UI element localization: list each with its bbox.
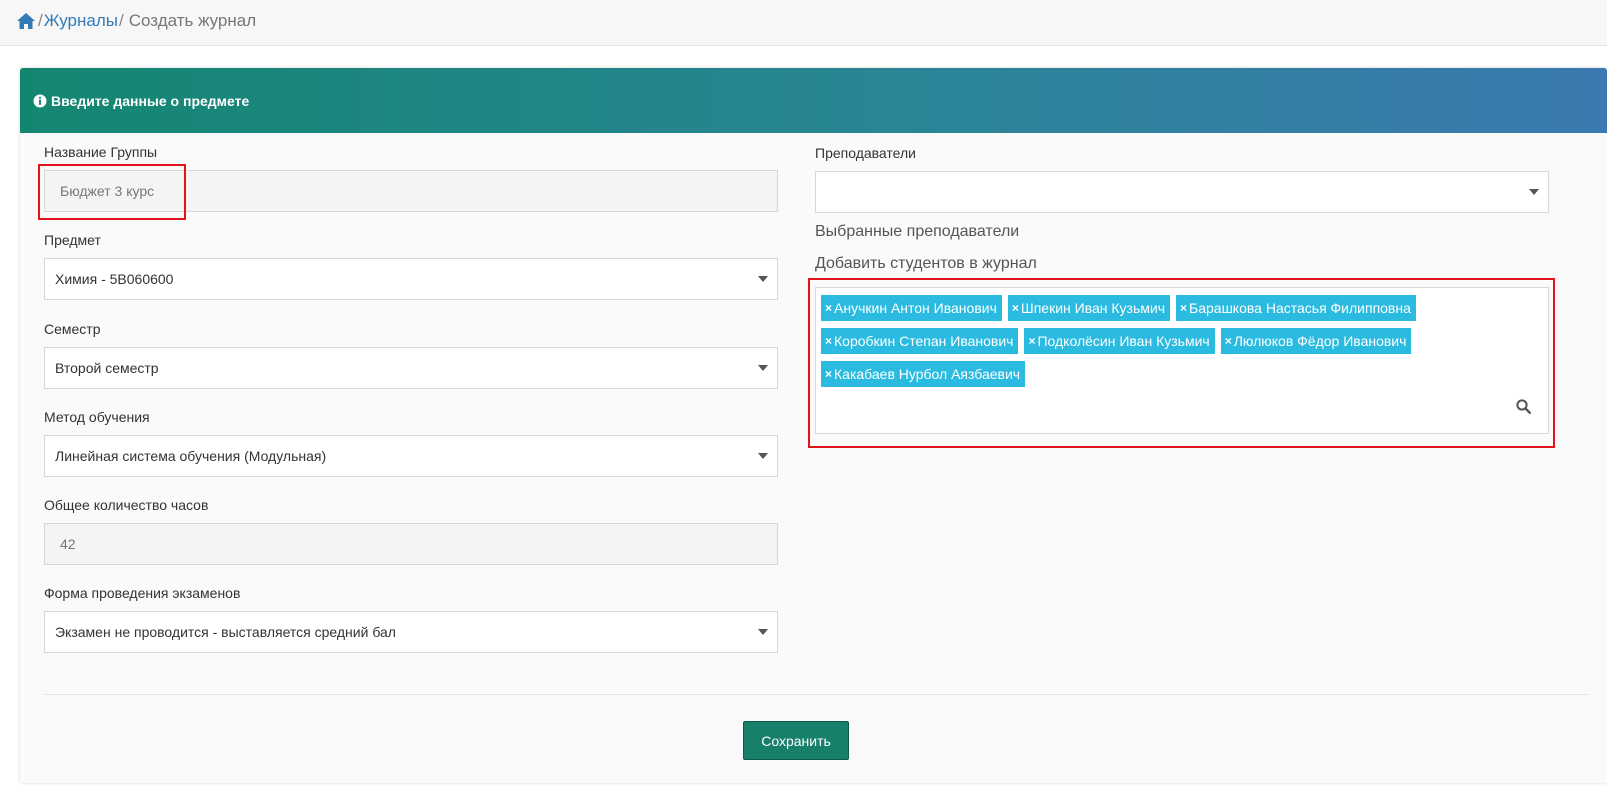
- group-name-label: Название Группы: [44, 144, 158, 160]
- student-tag: × Шпекин Иван Кузьмич: [1007, 295, 1171, 321]
- student-tag: × Подколёсин Иван Кузьмич: [1024, 328, 1215, 354]
- student-tag-label: Шпекин Иван Кузьмич: [1020, 300, 1166, 316]
- exam-form-label: Форма проведения экзаменов: [44, 585, 241, 601]
- student-tag-label: Подколёсин Иван Кузьмич: [1037, 333, 1210, 349]
- chevron-down-icon: [758, 629, 768, 635]
- student-tags: × Анучкин Антон Иванович × Шпекин Иван Куз…: [821, 295, 1521, 387]
- remove-tag-icon[interactable]: ×: [1028, 334, 1035, 348]
- method-select[interactable]: Линейная система обучения (Модульная): [44, 435, 778, 477]
- remove-tag-icon[interactable]: ×: [1180, 301, 1187, 315]
- semester-label: Семестр: [44, 321, 101, 337]
- student-tag-label: Барашкова Настасья Филипповна: [1189, 300, 1411, 316]
- student-tag-label: Анучкин Антон Иванович: [834, 300, 997, 316]
- selected-teachers-label: Выбранные преподаватели: [815, 223, 1020, 240]
- remove-tag-icon[interactable]: ×: [1012, 301, 1019, 315]
- journal-form-card: Введите данные о предмете Название Групп…: [20, 68, 1607, 783]
- teachers-select[interactable]: [815, 171, 1549, 213]
- hours-input[interactable]: 42: [44, 523, 778, 565]
- card-title: Введите данные о предмете: [51, 92, 250, 109]
- student-tag-label: Люлюков Фёдор Иванович: [1233, 333, 1407, 349]
- breadcrumb-current: Создать журнал: [128, 11, 257, 30]
- chevron-down-icon: [758, 365, 768, 371]
- semester-select[interactable]: Второй семестр: [44, 347, 778, 389]
- semester-value: Второй семестр: [55, 360, 159, 376]
- chevron-down-icon: [1529, 189, 1539, 195]
- student-tag: × Анучкин Антон Иванович: [821, 295, 1002, 321]
- exam-form-value: Экзамен не проводится - выставляется сре…: [55, 624, 396, 640]
- home-icon[interactable]: [16, 12, 36, 30]
- student-tag: × Люлюков Фёдор Иванович: [1220, 328, 1412, 354]
- hours-value: 42: [60, 536, 76, 552]
- subject-value: Химия - 5B060600: [55, 271, 174, 287]
- group-name-input[interactable]: Бюджет 3 курс: [44, 170, 778, 212]
- remove-tag-icon[interactable]: ×: [825, 301, 832, 315]
- breadcrumb-separator: /: [119, 11, 124, 30]
- hours-label: Общее количество часов: [44, 497, 209, 513]
- method-label: Метод обучения: [44, 409, 150, 425]
- remove-tag-icon[interactable]: ×: [825, 334, 832, 348]
- divider: [44, 694, 1589, 695]
- student-tag-label: Коробкин Степан Иванович: [834, 333, 1014, 349]
- student-tag: × Барашкова Настасья Филипповна: [1176, 295, 1416, 321]
- remove-tag-icon[interactable]: ×: [825, 367, 832, 381]
- chevron-down-icon: [758, 453, 768, 459]
- chevron-down-icon: [758, 276, 768, 282]
- info-circle-icon: [33, 94, 47, 107]
- teachers-label: Преподаватели: [815, 145, 916, 161]
- students-multiselect[interactable]: × Анучкин Антон Иванович × Шпекин Иван Куз…: [815, 287, 1549, 434]
- top-bar: / Журналы / Создать журнал: [0, 0, 1607, 46]
- breadcrumb-link-journals[interactable]: Журналы: [44, 11, 118, 31]
- student-tag: × Коробкин Степан Иванович: [821, 328, 1019, 354]
- group-name-placeholder: Бюджет 3 курс: [60, 183, 155, 199]
- exam-form-select[interactable]: Экзамен не проводится - выставляется сре…: [44, 611, 778, 653]
- subject-label: Предмет: [44, 232, 101, 248]
- subject-select[interactable]: Химия - 5B060600: [44, 258, 778, 300]
- remove-tag-icon[interactable]: ×: [1225, 334, 1232, 348]
- add-students-label: Добавить студентов в журнал: [815, 255, 1037, 272]
- breadcrumb-separator: /: [38, 11, 43, 30]
- save-button[interactable]: Сохранить: [743, 721, 849, 760]
- card-header: Введите данные о предмете: [20, 68, 1607, 133]
- student-tag-label: Какабаев Нурбол Аязбаевич: [834, 366, 1021, 382]
- student-tag: × Какабаев Нурбол Аязбаевич: [821, 361, 1026, 387]
- breadcrumb: / Журналы / Создать журнал: [16, 9, 256, 33]
- method-value: Линейная система обучения (Модульная): [55, 448, 327, 464]
- search-icon[interactable]: [1516, 399, 1531, 414]
